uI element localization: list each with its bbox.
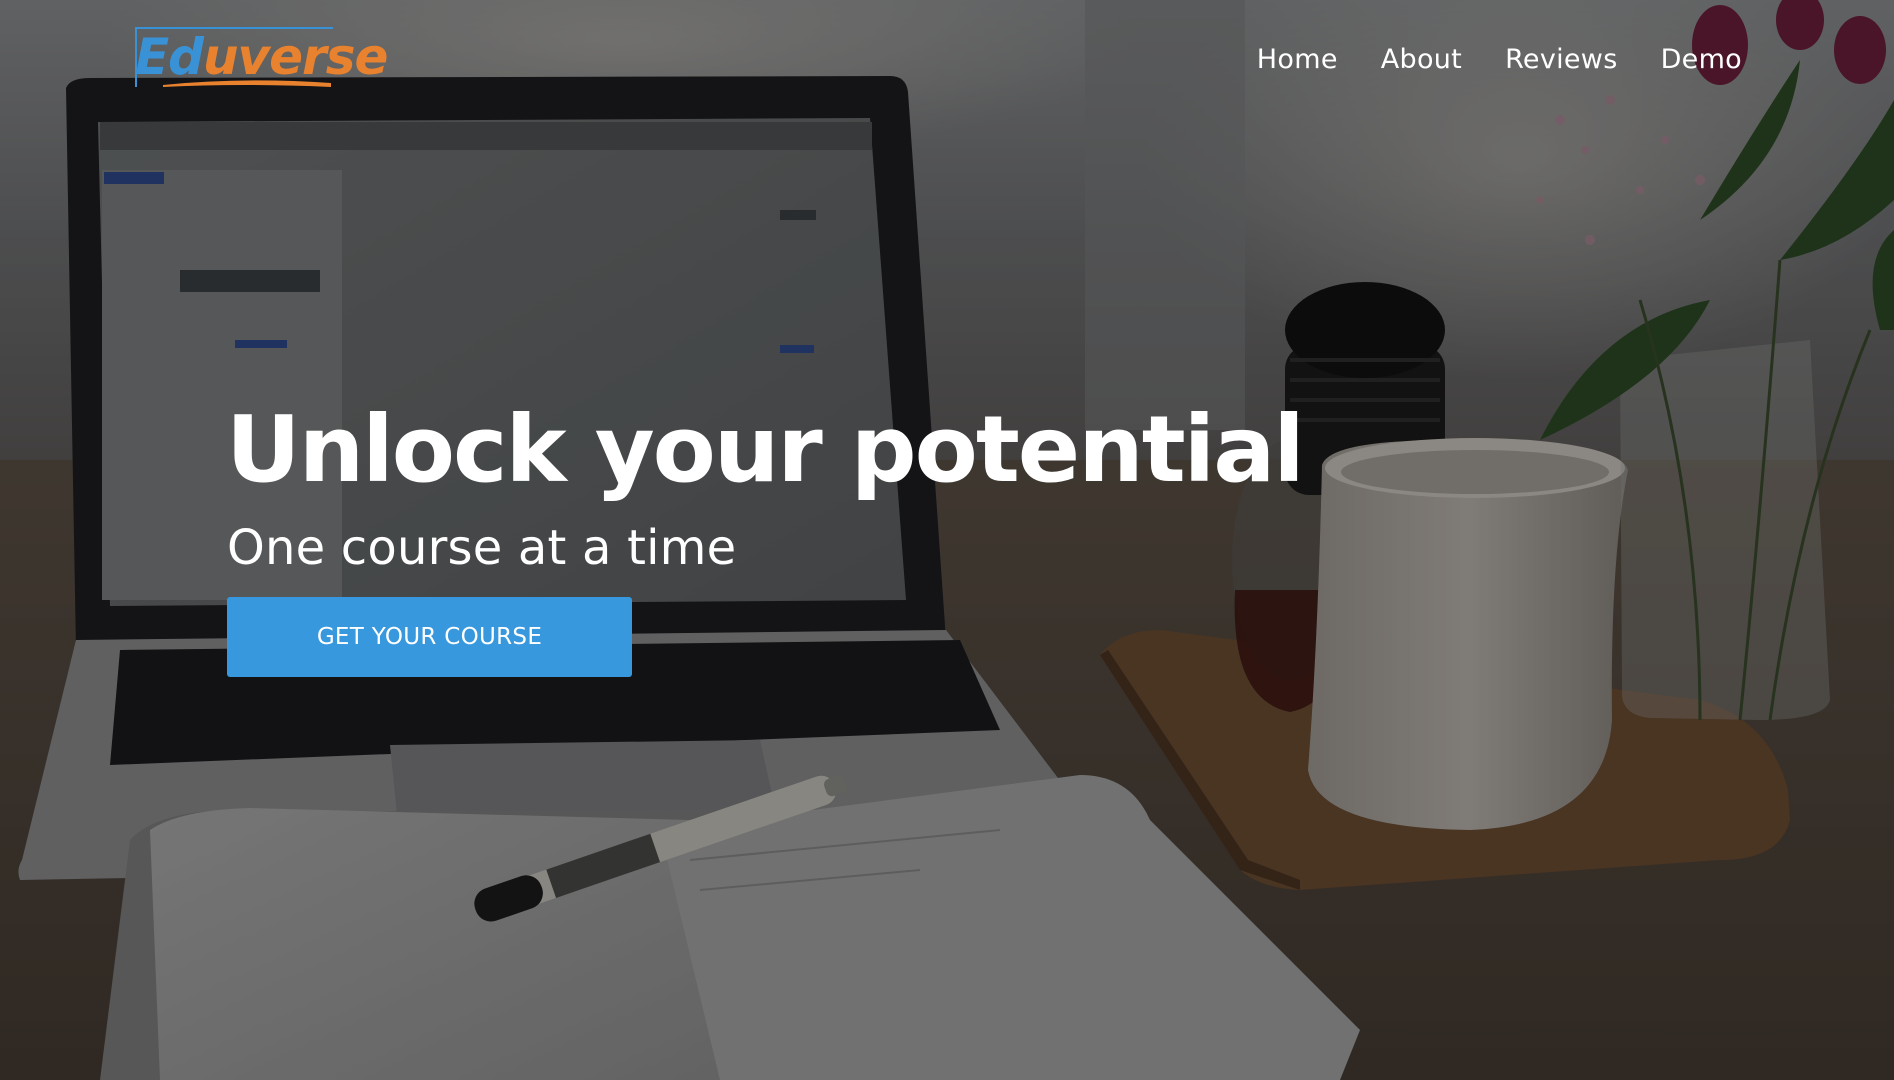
- hero-section: Eduverse Home About Reviews Demo Unlock …: [0, 0, 1894, 1080]
- logo-wordmark-first: Ed: [135, 28, 204, 86]
- hero-subheadline: One course at a time: [227, 520, 737, 576]
- main-nav: Home About Reviews Demo: [1257, 40, 1742, 80]
- nav-link-about[interactable]: About: [1381, 40, 1462, 80]
- logo-wordmark-rest: uverse: [202, 28, 388, 86]
- hero-headline: Unlock your potential: [226, 396, 1305, 503]
- brand-logo[interactable]: Eduverse: [131, 25, 388, 89]
- nav-link-home[interactable]: Home: [1257, 40, 1338, 80]
- get-your-course-button[interactable]: GET YOUR COURSE: [227, 597, 632, 677]
- logo-wordmark: Eduverse: [135, 27, 388, 87]
- nav-link-demo[interactable]: Demo: [1661, 40, 1742, 80]
- nav-link-reviews[interactable]: Reviews: [1505, 40, 1618, 80]
